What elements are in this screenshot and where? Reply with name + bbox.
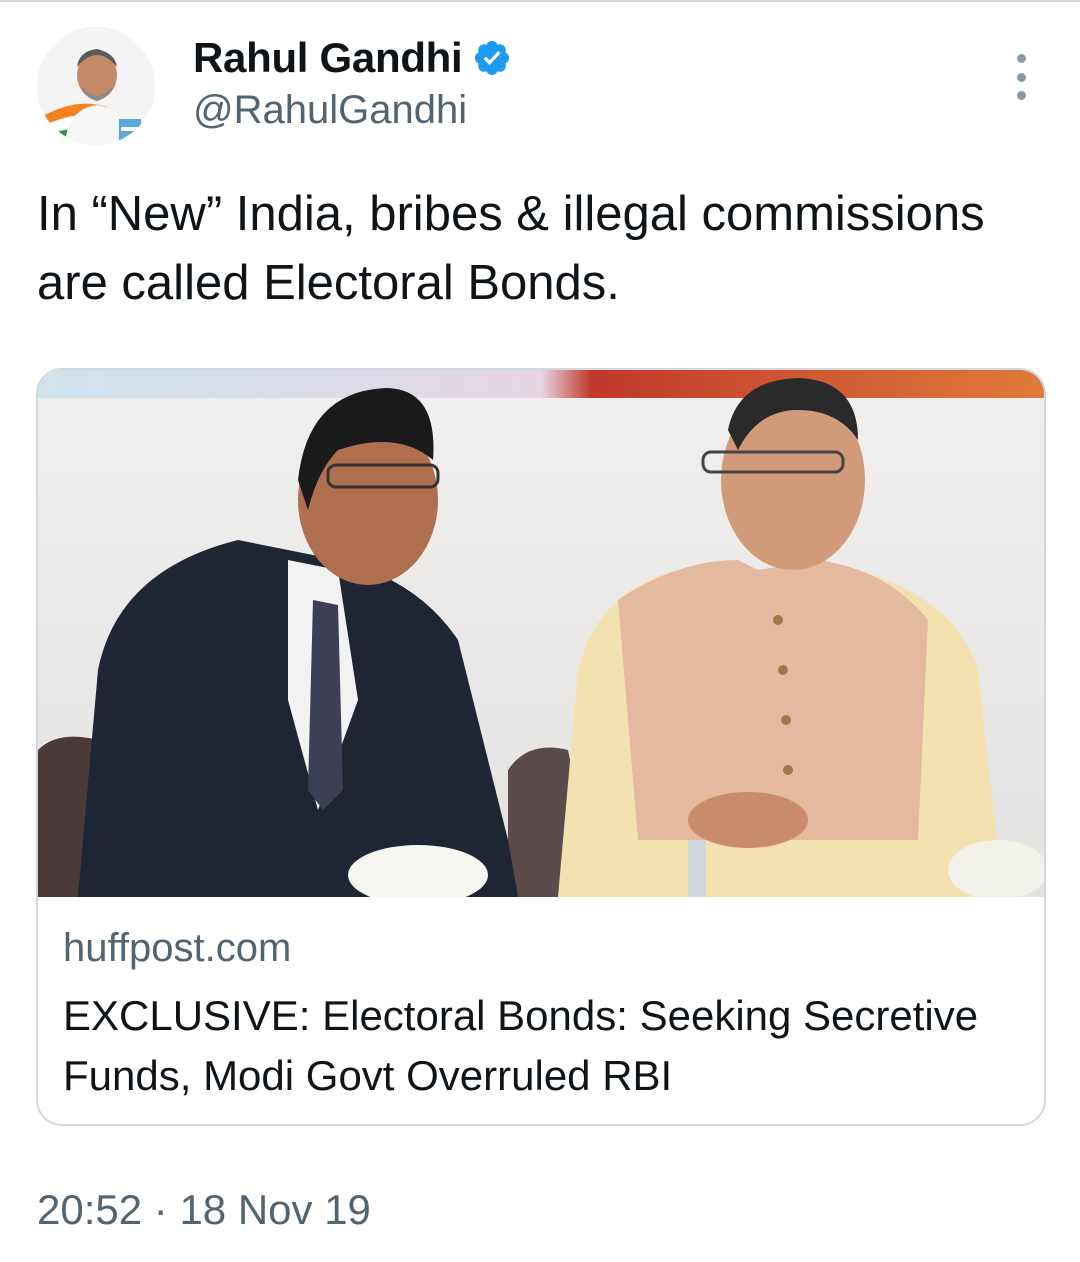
more-dot-icon [1016,72,1026,82]
avatar[interactable] [37,27,155,145]
article-photo [38,370,1044,897]
more-dot-icon [1016,91,1026,100]
tweet-timestamp[interactable]: 20:52 · 18 Nov 19 [37,1186,371,1234]
verified-badge-icon [472,38,512,78]
avatar-photo [37,27,155,145]
timestamp-separator: · [153,1186,168,1233]
author-name-row[interactable]: Rahul Gandhi [193,34,512,82]
author-display-name[interactable]: Rahul Gandhi [193,34,463,82]
tweet-time: 20:52 [37,1186,143,1233]
link-card-image[interactable] [38,370,1044,897]
more-options-button[interactable] [1006,54,1036,100]
tweet-text: In “New” India, bribes & illegal commiss… [37,187,985,310]
top-divider [0,0,1080,2]
author-handle[interactable]: @RahulGandhi [193,88,467,133]
link-card[interactable]: huffpost.com EXCLUSIVE: Electoral Bonds:… [36,368,1046,1126]
tweet-date: 18 Nov 19 [179,1186,371,1233]
link-card-domain: huffpost.com [63,926,292,970]
link-card-title: EXCLUSIVE: Electoral Bonds: Seeking Secr… [63,992,979,1099]
more-dot-icon [1016,54,1026,63]
